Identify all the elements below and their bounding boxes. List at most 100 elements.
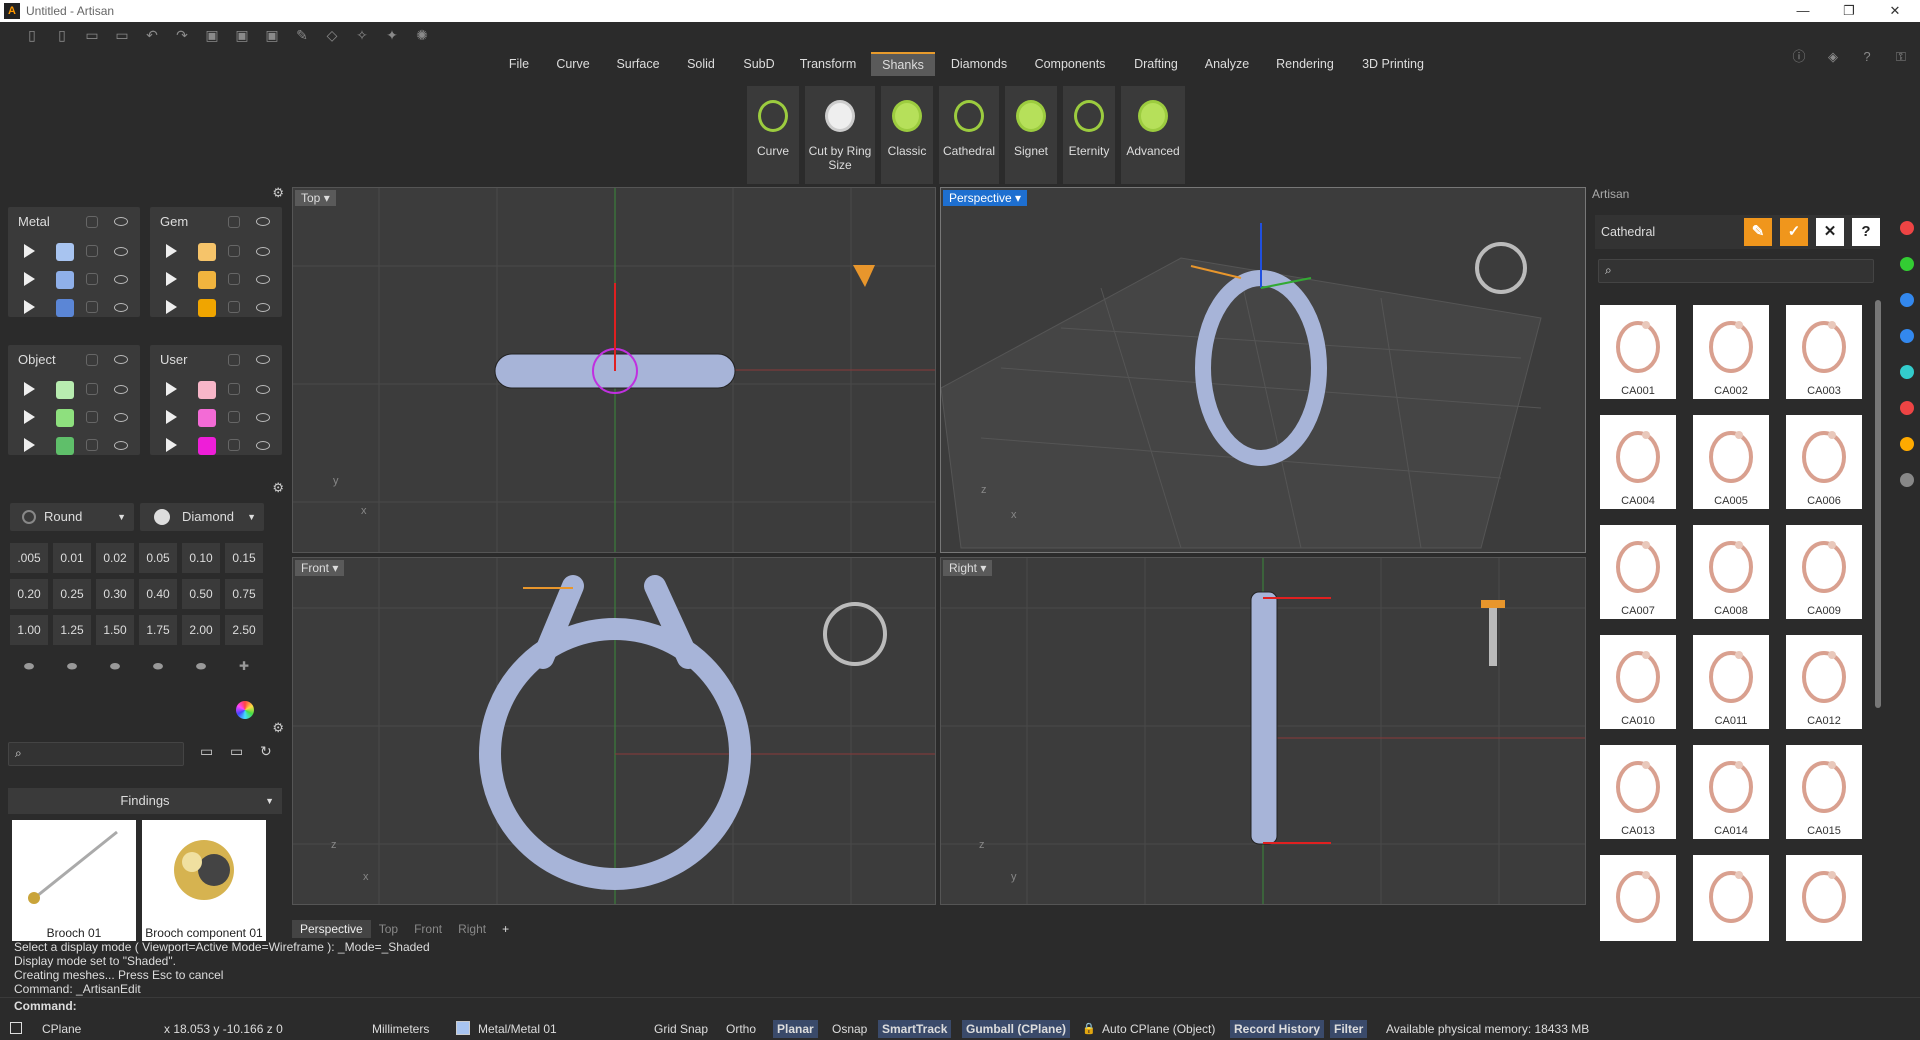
size-button[interactable]: 0.50 [182, 579, 220, 609]
object-layer-row[interactable] [8, 375, 140, 403]
object-layer-row[interactable] [8, 431, 140, 459]
tab-drafting[interactable]: Drafting [1128, 52, 1184, 76]
tab-diamonds[interactable]: Diamonds [947, 52, 1011, 76]
user-layer-row[interactable] [150, 431, 282, 459]
render-icon[interactable] [1900, 293, 1914, 307]
lock-icon[interactable] [228, 245, 240, 257]
artisan-item[interactable]: CA008 [1693, 525, 1769, 619]
color-wheel-icon[interactable] [236, 701, 254, 719]
play-icon[interactable] [24, 382, 35, 396]
minimize-button[interactable]: — [1780, 0, 1826, 22]
command-input[interactable]: Command: [0, 997, 1920, 1014]
layer-color-swatch[interactable] [198, 299, 216, 317]
planar-toggle[interactable]: Planar [773, 1020, 818, 1038]
lock-icon[interactable] [86, 273, 98, 285]
layer-color-swatch[interactable] [198, 381, 216, 399]
metal-visibility-icon[interactable] [114, 217, 128, 226]
user-layer-row[interactable] [150, 403, 282, 431]
new-file-icon[interactable]: ▯ [20, 25, 44, 45]
environment-icon[interactable] [1900, 329, 1914, 343]
units-status[interactable]: Millimeters [372, 1020, 429, 1038]
artisan-item[interactable]: CA011 [1693, 635, 1769, 729]
cathedral-shank-button[interactable]: Cathedral [939, 86, 999, 184]
size-button[interactable]: 0.05 [139, 543, 177, 573]
right-viewport[interactable]: Right ▾ z y [940, 557, 1586, 905]
gem-layer-row[interactable] [150, 237, 282, 265]
import-folder-icon[interactable]: ▭ [110, 25, 134, 45]
artisan-item[interactable]: CA012 [1786, 635, 1862, 729]
metal-layer-row[interactable] [8, 265, 140, 293]
library-category-dropdown[interactable]: Findings ▼ [8, 788, 282, 814]
confirm-check-button[interactable]: ✓ [1780, 218, 1808, 246]
artisan-item[interactable]: CA005 [1693, 415, 1769, 509]
layer-color-swatch[interactable] [56, 409, 74, 427]
materials-icon[interactable] [1900, 257, 1914, 271]
folder-add-icon[interactable]: ▭ [230, 743, 243, 760]
cplane-toggle-icon[interactable] [10, 1022, 22, 1034]
help-question-button[interactable]: ? [1852, 218, 1880, 246]
layer-color-swatch[interactable] [56, 243, 74, 261]
gumball-toggle[interactable]: Gumball (CPlane) [962, 1020, 1071, 1038]
gem-shape-icon[interactable]: ⬬ [10, 651, 48, 681]
gem-lock-icon[interactable] [228, 216, 240, 228]
lock-icon[interactable] [86, 439, 98, 451]
play-icon[interactable] [24, 244, 35, 258]
size-button[interactable]: 1.00 [10, 615, 48, 645]
gem-shape-icon[interactable]: ⬬ [96, 651, 134, 681]
library-item[interactable]: Brooch component 01 [142, 820, 266, 942]
gem-cut-dropdown[interactable]: Round ▼ [10, 503, 134, 531]
artisan-item[interactable]: CA006 [1786, 415, 1862, 509]
layers-settings-gear-icon[interactable]: ⚙ [272, 185, 284, 201]
play-icon[interactable] [24, 438, 35, 452]
size-button[interactable]: 0.25 [53, 579, 91, 609]
artisan-item[interactable]: CA014 [1693, 745, 1769, 839]
grid-snap-toggle[interactable]: Grid Snap [654, 1020, 708, 1038]
top-viewport[interactable]: Top ▾ y x [292, 187, 936, 553]
eye-icon[interactable] [256, 275, 270, 284]
artisan-search-field[interactable] [1623, 262, 1863, 280]
artisan-item[interactable]: CA013 [1600, 745, 1676, 839]
redo-icon[interactable]: ↷ [170, 25, 194, 45]
play-icon[interactable] [166, 244, 177, 258]
open-folder-icon[interactable]: ▭ [80, 25, 104, 45]
eye-icon[interactable] [256, 413, 270, 422]
library-search-field[interactable] [33, 745, 173, 763]
front-viewport-label[interactable]: Front ▾ [295, 560, 345, 576]
refresh-icon[interactable]: ↻ [260, 743, 272, 760]
properties-icon[interactable] [1900, 221, 1914, 235]
artisan-item[interactable]: CA009 [1786, 525, 1862, 619]
tab-components[interactable]: Components [1030, 52, 1110, 76]
tab-subd[interactable]: SubD [738, 52, 780, 76]
artisan-item[interactable]: CA003 [1786, 305, 1862, 399]
user-visibility-icon[interactable] [256, 355, 270, 364]
close-button[interactable]: ✕ [1872, 0, 1918, 22]
tab-analyze[interactable]: Analyze [1200, 52, 1254, 76]
advanced-shank-button[interactable]: Advanced [1121, 86, 1185, 184]
library-search-input[interactable]: ⌕ [8, 742, 184, 766]
save-as-icon[interactable]: ▣ [230, 25, 254, 45]
play-icon[interactable] [24, 300, 35, 314]
lock-icon[interactable] [228, 301, 240, 313]
eye-icon[interactable] [256, 303, 270, 312]
size-button[interactable]: 0.75 [225, 579, 263, 609]
gems-settings-gear-icon[interactable]: ⚙ [272, 480, 284, 496]
ground-icon[interactable] [1900, 365, 1914, 379]
layer-color-swatch[interactable] [56, 299, 74, 317]
tab-transform[interactable]: Transform [796, 52, 860, 76]
artisan-item[interactable] [1786, 855, 1862, 949]
artisan-item[interactable]: CA001 [1600, 305, 1676, 399]
undo-icon[interactable]: ↶ [140, 25, 164, 45]
gem-shape-icon[interactable]: ⬬ [53, 651, 91, 681]
layer-color-swatch[interactable] [198, 271, 216, 289]
save-incremental-icon[interactable]: ▣ [260, 25, 284, 45]
user-layer-row[interactable] [150, 375, 282, 403]
color-icon[interactable] [1900, 437, 1914, 451]
metal-layer-row[interactable] [8, 293, 140, 321]
library-item[interactable]: Brooch 01 [12, 820, 136, 942]
osnap-toggle[interactable]: Osnap [832, 1020, 867, 1038]
play-icon[interactable] [166, 272, 177, 286]
size-button[interactable]: 0.10 [182, 543, 220, 573]
restore-button[interactable]: ❐ [1826, 0, 1872, 22]
artisan-search-input[interactable]: ⌕ [1598, 259, 1874, 283]
size-button[interactable]: 0.02 [96, 543, 134, 573]
